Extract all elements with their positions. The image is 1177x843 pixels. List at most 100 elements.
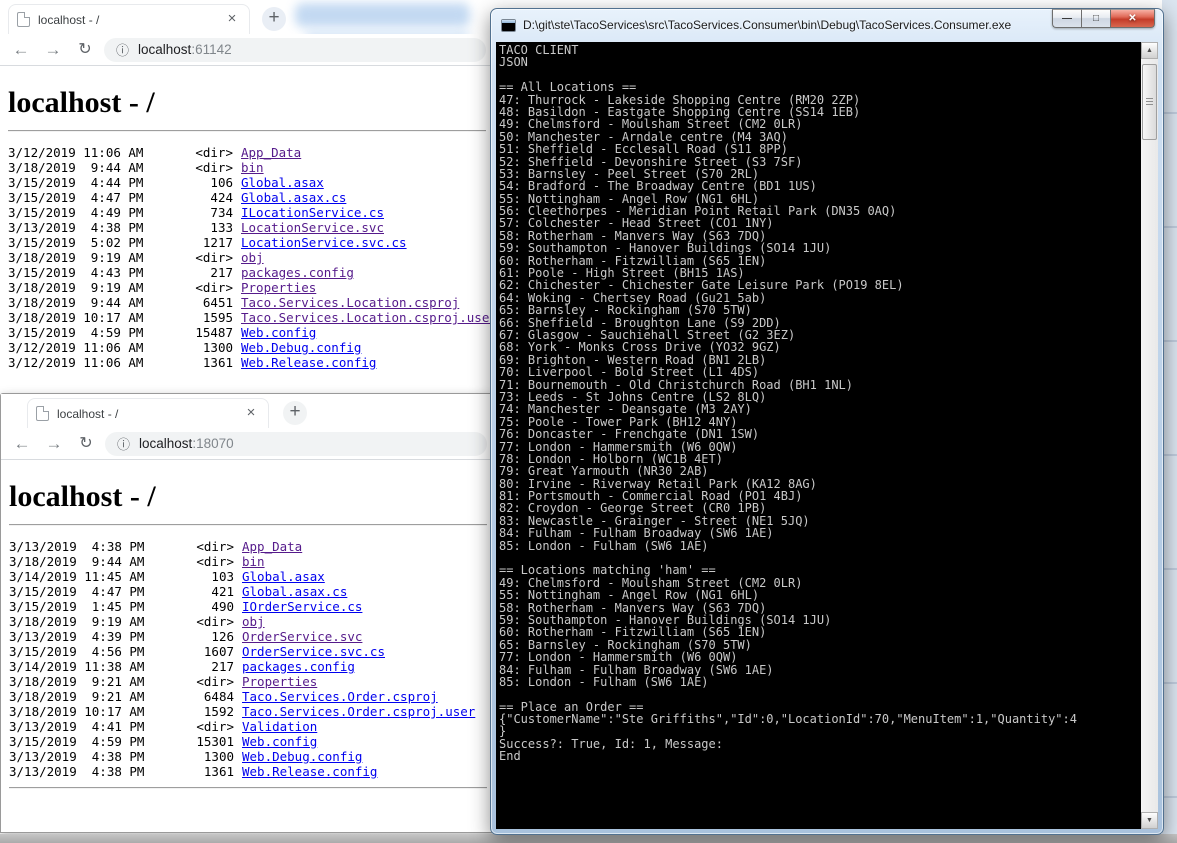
file-link[interactable]: packages.config: [242, 659, 355, 674]
file-link[interactable]: App_Data: [242, 539, 302, 554]
file-link[interactable]: Taco.Services.Location.csproj: [241, 295, 459, 310]
minimize-button[interactable]: —: [1052, 9, 1081, 28]
scroll-down-icon[interactable]: ▼: [1141, 812, 1158, 829]
file-size: <dir>: [154, 539, 234, 554]
file-date: 3/12/2019 11:06 AM: [8, 355, 153, 370]
file-link[interactable]: Global.asax.cs: [241, 190, 346, 205]
file-date: 3/18/2019 9:19 AM: [8, 280, 153, 295]
file-link[interactable]: Web.Debug.config: [241, 340, 361, 355]
file-date: 3/15/2019 5:02 PM: [8, 235, 153, 250]
forward-button[interactable]: →: [40, 37, 66, 63]
file-date: 3/15/2019 4:59 PM: [9, 734, 154, 749]
address-bar[interactable]: ⓘ localhost:61142: [104, 38, 486, 62]
file-link[interactable]: IOrderService.cs: [242, 599, 362, 614]
file-row: 3/15/2019 5:02 PM1217LocationService.svc…: [8, 235, 486, 250]
file-link[interactable]: Global.asax.cs: [242, 584, 347, 599]
file-link[interactable]: LocationService.svc.cs: [241, 235, 407, 250]
file-link[interactable]: Web.Release.config: [242, 764, 377, 779]
file-link[interactable]: Properties: [241, 280, 316, 295]
console-line: 49: Chelmsford - Moulsham Street (CM2 0L…: [499, 118, 1141, 130]
file-link[interactable]: Web.Release.config: [241, 355, 376, 370]
file-link[interactable]: OrderService.svc: [242, 629, 362, 644]
new-tab-button[interactable]: +: [283, 401, 307, 425]
file-link[interactable]: bin: [241, 160, 264, 175]
file-date: 3/13/2019 4:38 PM: [9, 764, 154, 779]
console-line: 60: Rotherham - Fitzwilliam (S65 1EN): [499, 626, 1141, 638]
close-button[interactable]: ✕: [1110, 9, 1155, 28]
tab-title: localhost - /: [57, 407, 242, 421]
file-link[interactable]: Properties: [242, 674, 317, 689]
window-caption-buttons: — □ ✕: [1052, 9, 1155, 28]
new-tab-button[interactable]: +: [262, 7, 286, 31]
file-link[interactable]: Web.config: [241, 325, 316, 340]
browser-toolbar: ← → ↻ ⓘ localhost:61142: [0, 34, 494, 66]
tab-localhost[interactable]: localhost - / ×: [8, 4, 250, 34]
url-text: localhost:18070: [139, 436, 234, 451]
console-line: 77: London - Hammersmith (W6 0QW): [499, 651, 1141, 663]
console-line: 62: Chichester - Chichester Gate Leisure…: [499, 279, 1141, 291]
scroll-up-icon[interactable]: ▲: [1141, 42, 1158, 59]
console-line: 54: Bradford - The Broadway Centre (BD1 …: [499, 180, 1141, 192]
file-link[interactable]: ILocationService.cs: [241, 205, 384, 220]
console-output: TACO CLIENTJSON == All Locations ==47: T…: [496, 42, 1141, 829]
file-size: <dir>: [153, 145, 233, 160]
page-info-icon[interactable]: ⓘ: [116, 40, 129, 59]
console-line: 57: Colchester - Head Street (CO1 1NY): [499, 217, 1141, 229]
taskbar-edge: [0, 834, 1177, 843]
file-row: 3/14/2019 11:38 AM217packages.config: [9, 659, 487, 674]
file-link[interactable]: bin: [242, 554, 265, 569]
file-link[interactable]: Global.asax: [242, 569, 325, 584]
file-link[interactable]: App_Data: [241, 145, 301, 160]
console-titlebar[interactable]: D:\git\ste\TacoServices\src\TacoServices…: [491, 9, 1163, 41]
file-row: 3/15/2019 4:59 PM15487Web.config: [8, 325, 486, 340]
file-link[interactable]: Validation: [242, 719, 317, 734]
maximize-button[interactable]: □: [1081, 9, 1110, 28]
file-link[interactable]: obj: [241, 250, 264, 265]
console-title: D:\git\ste\TacoServices\src\TacoServices…: [523, 18, 1011, 32]
tab-close-icon[interactable]: ×: [223, 11, 241, 29]
file-link[interactable]: obj: [242, 614, 265, 629]
console-scrollbar[interactable]: ▲ ▼: [1141, 42, 1158, 829]
file-size: <dir>: [153, 160, 233, 175]
file-link[interactable]: packages.config: [241, 265, 354, 280]
file-link[interactable]: Taco.Services.Order.csproj.user: [242, 704, 475, 719]
file-row: 3/15/2019 4:59 PM15301 Web.config: [9, 734, 487, 749]
file-size: <dir>: [154, 719, 234, 734]
console-line: 70: Liverpool - Bold Street (L1 4DS): [499, 366, 1141, 378]
back-button[interactable]: ←: [9, 431, 35, 457]
file-date: 3/18/2019 9:44 AM: [9, 554, 154, 569]
address-bar[interactable]: ⓘ localhost:18070: [105, 432, 487, 456]
file-row: 3/18/2019 10:17 AM1592Taco.Services.Orde…: [9, 704, 487, 719]
tab-close-icon[interactable]: ×: [242, 405, 260, 423]
console-line: 59: Southampton - Hanover Buildings (SO1…: [499, 242, 1141, 254]
file-date: 3/18/2019 9:44 AM: [8, 295, 153, 310]
file-row: 3/15/2019 4:44 PM106Global.asax: [8, 175, 486, 190]
file-link[interactable]: Taco.Services.Order.csproj: [242, 689, 438, 704]
file-row: 3/12/2019 11:06 AM<dir>App_Data: [8, 145, 486, 160]
console-line: 84: Fulham - Fulham Broadway (SW6 1AE): [499, 527, 1141, 539]
file-date: 3/15/2019 4:59 PM: [8, 325, 153, 340]
file-link[interactable]: LocationService.svc: [241, 220, 384, 235]
file-link[interactable]: Taco.Services.Location.csproj.user: [241, 310, 497, 325]
back-button[interactable]: ←: [8, 37, 34, 63]
file-link[interactable]: Web.Debug.config: [242, 749, 362, 764]
file-link[interactable]: OrderService.svc.cs: [242, 644, 385, 659]
file-date: 3/18/2019 9:44 AM: [8, 160, 153, 175]
file-date: 3/13/2019 4:38 PM: [9, 749, 154, 764]
tab-localhost[interactable]: localhost - / ×: [27, 398, 269, 428]
file-link[interactable]: Global.asax: [241, 175, 324, 190]
reload-button[interactable]: ↻: [72, 37, 98, 63]
file-size: <dir>: [154, 614, 234, 629]
tab-strip: localhost - / × +: [1, 394, 495, 428]
file-size: 734: [153, 205, 233, 220]
file-size: <dir>: [154, 674, 234, 689]
page-info-icon[interactable]: ⓘ: [117, 434, 130, 453]
scrollbar-thumb[interactable]: [1142, 64, 1157, 140]
file-size: 15301: [154, 734, 234, 749]
forward-button[interactable]: →: [41, 431, 67, 457]
file-row: 3/13/2019 4:39 PM126OrderService.svc: [9, 629, 487, 644]
file-link[interactable]: Web.config: [242, 734, 317, 749]
file-date: 3/15/2019 4:47 PM: [8, 190, 153, 205]
reload-button[interactable]: ↻: [73, 431, 99, 457]
file-size: <dir>: [154, 554, 234, 569]
